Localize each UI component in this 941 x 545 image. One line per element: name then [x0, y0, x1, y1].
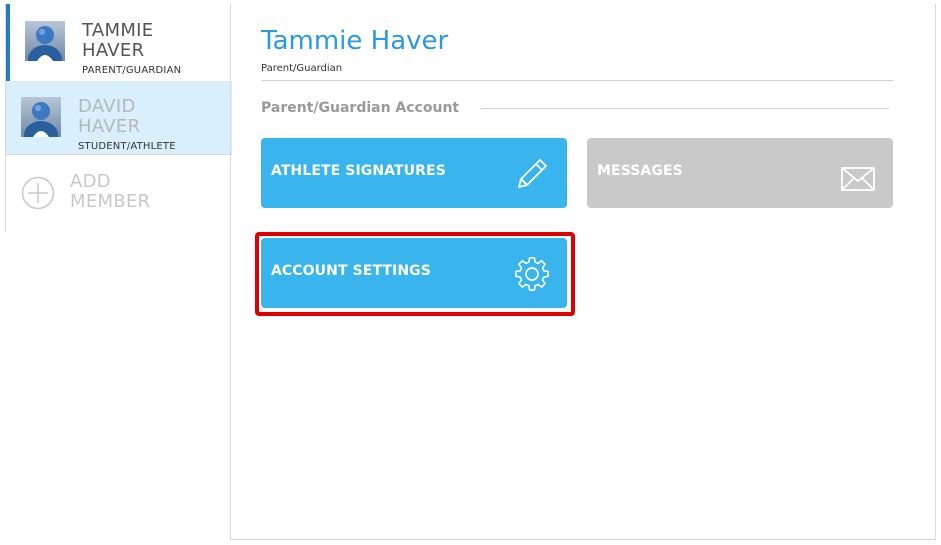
member-tammie-haver[interactable]: TAMMIE HAVER PARENT/GUARDIAN: [6, 4, 232, 81]
avatar-icon: [21, 97, 61, 137]
pencil-icon: [518, 159, 547, 188]
plus-circle-icon: [21, 176, 55, 210]
member-name: TAMMIE HAVER: [82, 21, 153, 61]
member-david-haver[interactable]: DAVID HAVER STUDENT/ATHLETE: [6, 81, 232, 155]
page-subtitle: Parent/Guardian: [261, 63, 343, 74]
tile-label: MESSAGES: [597, 163, 683, 179]
section-divider: [481, 108, 889, 109]
account-settings-button[interactable]: ACCOUNT SETTINGS: [261, 238, 567, 308]
avatar-icon: [25, 21, 65, 61]
title-divider: [261, 80, 893, 81]
add-label-line1: ADD: [70, 171, 111, 192]
add-member-button[interactable]: ADD MEMBER: [6, 155, 232, 232]
member-role: PARENT/GUARDIAN: [82, 65, 182, 76]
athlete-signatures-button[interactable]: ATHLETE SIGNATURES: [261, 138, 567, 208]
member-sidebar: TAMMIE HAVER PARENT/GUARDIAN DAVID HAVER…: [5, 4, 232, 232]
main-panel: Tammie Haver Parent/Guardian Parent/Guar…: [230, 4, 936, 540]
member-last-name: HAVER: [78, 116, 141, 137]
member-role: STUDENT/ATHLETE: [78, 141, 176, 152]
messages-button[interactable]: MESSAGES: [587, 138, 893, 208]
section-heading: Parent/Guardian Account: [261, 100, 460, 116]
add-label-line2: MEMBER: [70, 191, 151, 212]
member-last-name: HAVER: [82, 40, 145, 61]
page-title: Tammie Haver: [261, 26, 449, 56]
tile-label: ATHLETE SIGNATURES: [271, 163, 446, 179]
member-name: DAVID HAVER: [78, 97, 140, 137]
tile-label: ACCOUNT SETTINGS: [271, 263, 431, 279]
add-member-label: ADD MEMBER: [70, 172, 150, 212]
member-first-name: DAVID: [78, 96, 136, 117]
member-first-name: TAMMIE: [82, 20, 154, 41]
gear-icon: [515, 256, 549, 291]
envelope-icon: [841, 167, 875, 191]
